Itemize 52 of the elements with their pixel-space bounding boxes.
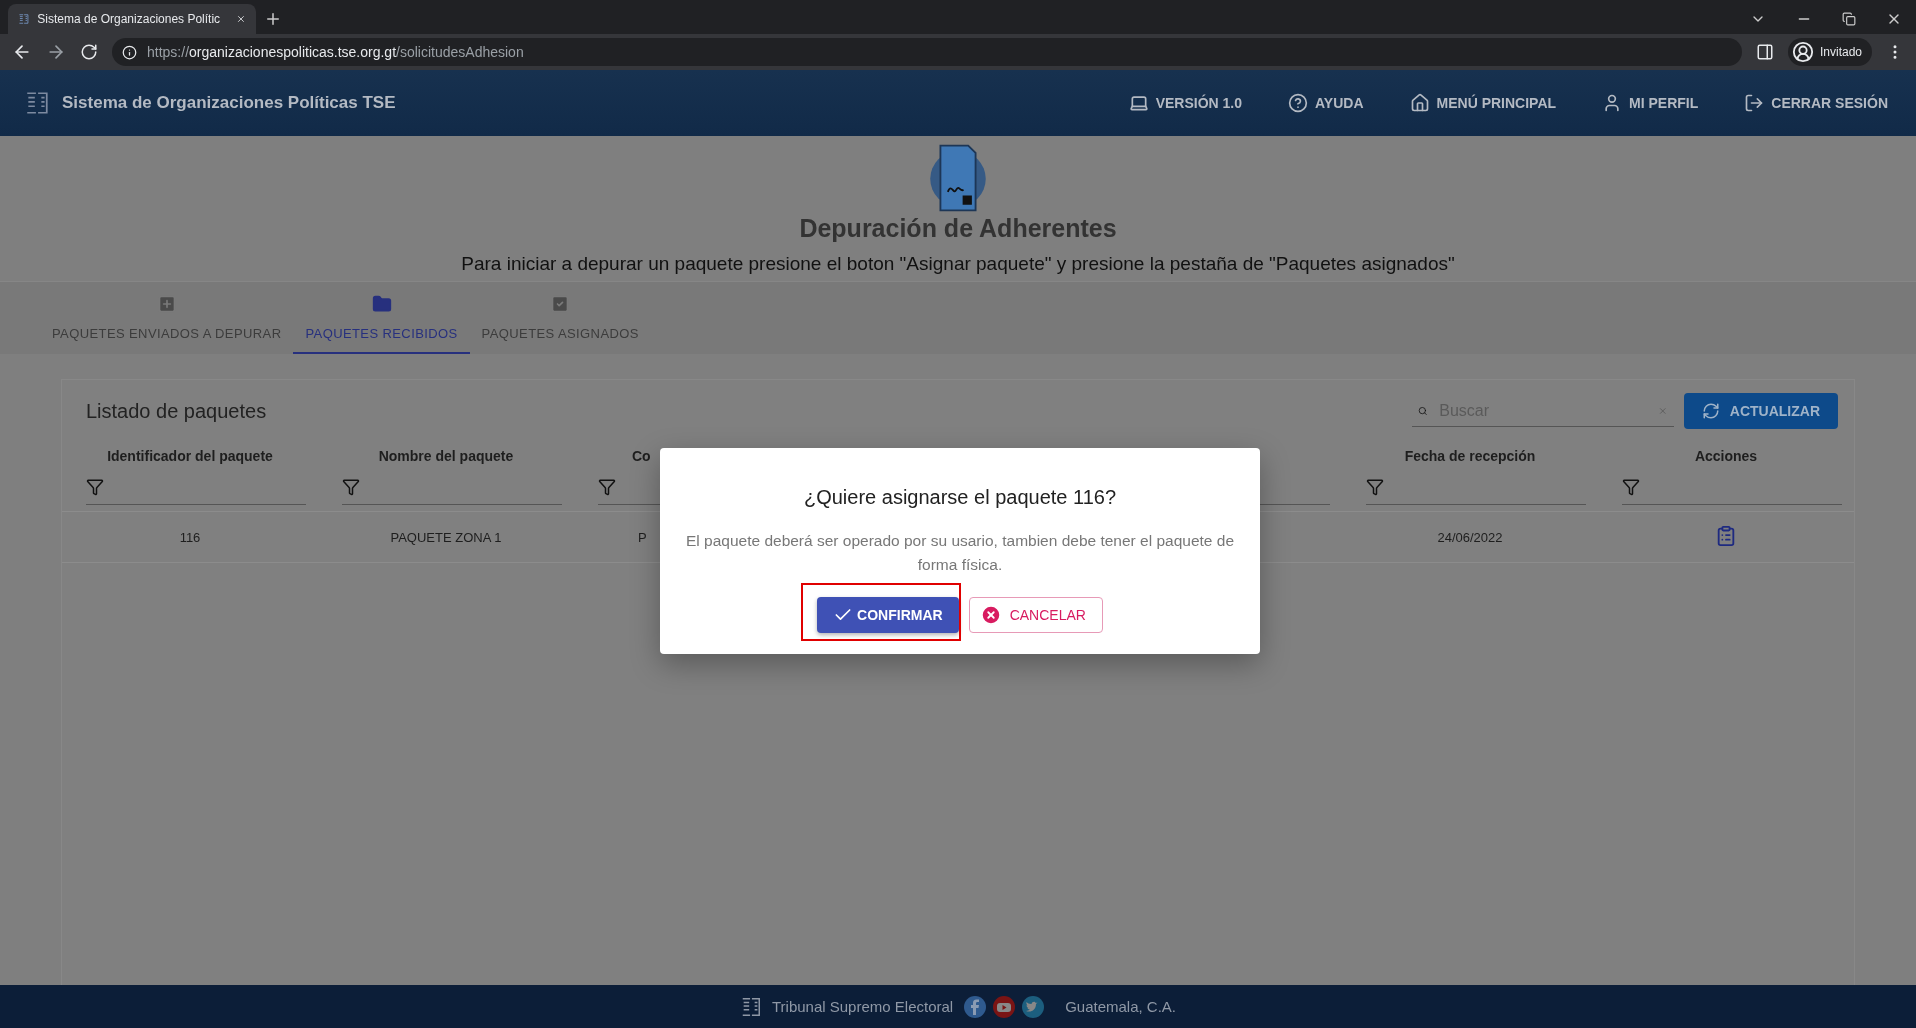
laptop-icon [1128, 93, 1149, 113]
home-icon [1409, 93, 1430, 113]
browser-tab[interactable]: Sistema de Organizaciones Polític [8, 4, 256, 34]
confirm-button[interactable]: CONFIRMAR [817, 597, 959, 633]
page-title: Depuración de Adherentes [799, 214, 1117, 243]
table-cell: 24/06/2022 [1437, 529, 1503, 545]
column-header: Co [632, 448, 651, 464]
refresh-icon [1701, 402, 1720, 420]
card-title: Listado de paquetes [86, 399, 267, 423]
side-panel-icon[interactable] [1755, 43, 1774, 61]
dialog-title: ¿Quiere asignarse el paquete 116? [803, 486, 1117, 509]
table-cell: 116 [179, 529, 201, 545]
new-tab-icon[interactable] [264, 10, 282, 28]
table-cell: PAQUETE ZONA 1 [390, 529, 502, 545]
table-cell: P [638, 529, 647, 545]
column-header: Nombre del paquete [378, 448, 514, 464]
filter-icon[interactable] [1622, 478, 1640, 496]
tse-logo-icon [24, 90, 50, 116]
app-title: Sistema de Organizaciones Políticas TSE [62, 93, 396, 113]
dialog-message: El paquete deberá ser operado por su usario, tambien debe tener el paquete de forma física. [684, 531, 1236, 575]
cancel-icon [979, 604, 1002, 626]
nav-link[interactable]: CERRAR SESIÓN [1740, 87, 1892, 119]
site-info-icon[interactable] [122, 44, 137, 60]
address-bar[interactable]: https://organizacionespoliticas.tse.org.gt/solicitudesAdhesion [112, 38, 1742, 66]
folder-icon [371, 293, 392, 314]
clipboard-icon[interactable] [1715, 524, 1737, 547]
reload-icon[interactable] [80, 43, 98, 61]
nav-link[interactable]: AYUDA [1284, 87, 1368, 119]
refresh-button[interactable]: ACTUALIZAR [1683, 393, 1838, 429]
nav-link[interactable]: VERSIÓN 1.0 [1124, 87, 1247, 119]
page-subtitle: Para iniciar a depurar un paquete presione el boton "Asignar paquete" y presione la pestaña de "Paquetes asignados" [461, 253, 1455, 275]
cancel-button[interactable]: CANCELAR [968, 597, 1103, 633]
column-header: Identificador del paquete [107, 448, 273, 464]
nav-link[interactable]: MI PERFIL [1598, 87, 1703, 119]
tab-title: Sistema de Organizaciones Polític [37, 12, 221, 26]
url-text: https://organizacionespoliticas.tse.org.gt/solicitudesAdhesion [147, 44, 524, 60]
social-icons-drawing[interactable] [963, 994, 1046, 1019]
logout-icon [1744, 93, 1765, 113]
profile-button[interactable]: Invitado [1787, 38, 1872, 66]
column-header: Acciones [1694, 448, 1758, 464]
column-header: Fecha de recepción [1404, 448, 1536, 464]
avatar-icon [1791, 41, 1814, 63]
nav-link[interactable]: MENÚ PRINCIPAL [1405, 87, 1561, 119]
tse-logo-icon [18, 11, 30, 27]
footer-location: Guatemala, C.A. [1065, 998, 1177, 1015]
filter-icon[interactable] [1366, 478, 1384, 496]
filter-icon[interactable] [342, 478, 360, 496]
help-icon [1288, 93, 1309, 113]
footer-name: Tribunal Supremo Electoral [771, 998, 954, 1015]
filter-icon[interactable] [598, 478, 616, 496]
restore-icon[interactable] [1842, 12, 1856, 26]
filter-icon[interactable] [86, 478, 104, 496]
